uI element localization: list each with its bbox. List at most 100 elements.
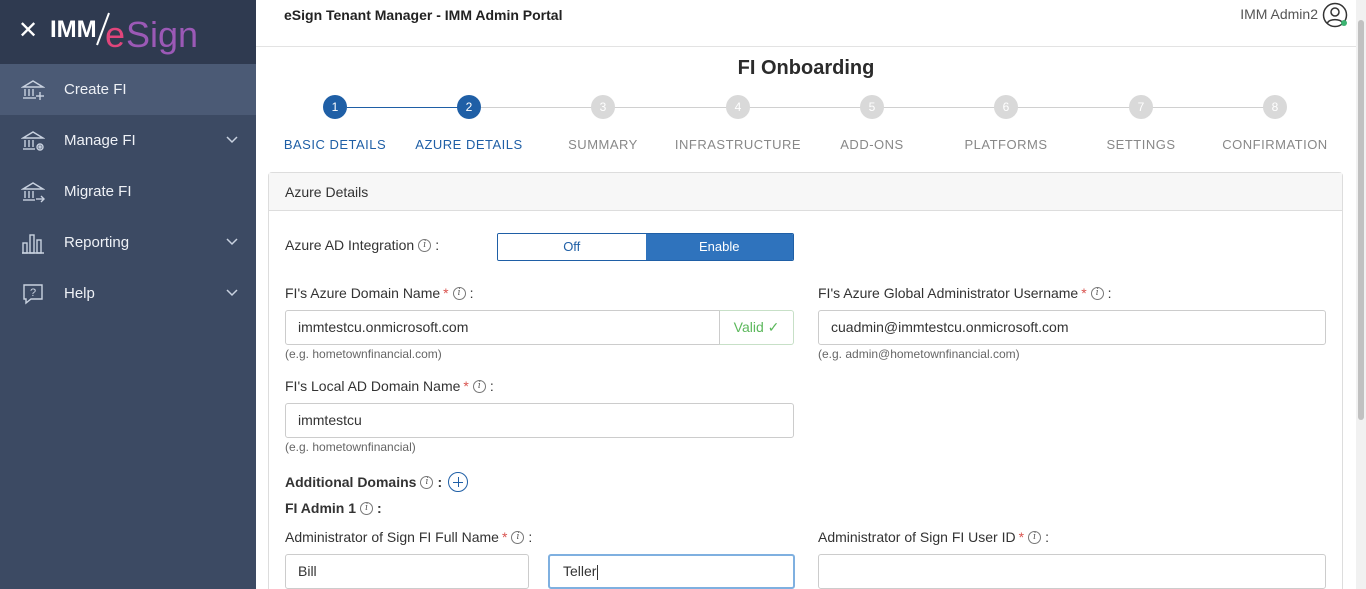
domain-name-input[interactable]: immtestcu.onmicrosoft.com: [285, 310, 720, 345]
step-number: 1: [323, 95, 347, 119]
imm-esign-logo: IMM e Sign: [50, 12, 198, 55]
required-marker: *: [443, 285, 449, 301]
global-admin-label: FI's Azure Global Administrator Username: [818, 285, 1079, 301]
toggle-enable-option[interactable]: Enable: [645, 234, 793, 260]
step-summary[interactable]: 3 SUMMARY: [536, 94, 670, 152]
colon: :: [469, 285, 474, 301]
sidebar-item-manage-fi[interactable]: Manage FI: [0, 115, 256, 166]
checkmark-icon: ✓: [767, 319, 780, 335]
scrollbar[interactable]: [1356, 0, 1366, 589]
help-icon: ?: [20, 281, 46, 307]
required-marker: *: [1081, 285, 1087, 301]
info-icon[interactable]: i: [472, 379, 486, 393]
info-icon[interactable]: i: [1028, 530, 1042, 544]
step-label: SUMMARY: [568, 137, 638, 152]
step-label: INFRASTRUCTURE: [674, 137, 802, 152]
step-label: CONFIRMATION: [1222, 137, 1328, 152]
admin-user-id-label-row: Administrator of Sign FI User ID * i :: [818, 529, 1049, 545]
step-label: PLATFORMS: [964, 137, 1048, 152]
valid-text: Valid: [733, 319, 764, 335]
fi-admin-row: FI Admin 1 i :: [285, 500, 382, 516]
chevron-down-icon: [226, 238, 238, 246]
admin-first-name-input[interactable]: Bill: [285, 554, 529, 589]
sidebar: ✕ IMM e Sign Create FI Manage FI Migrate…: [0, 0, 256, 589]
sidebar-item-label: Manage FI: [64, 132, 136, 149]
local-ad-input[interactable]: immtestcu: [285, 403, 794, 438]
azure-ad-toggle[interactable]: Off Enable: [497, 233, 794, 261]
top-bar: eSign Tenant Manager - IMM Admin Portal …: [256, 0, 1356, 47]
stepper: 1 BASIC DETAILS 2 AZURE DETAILS 3 SUMMARY 4…: [268, 94, 1342, 152]
admin-last-name-input[interactable]: Teller: [548, 554, 795, 589]
bar-chart-icon: [20, 230, 46, 256]
step-label: AZURE DETAILS: [415, 137, 523, 152]
step-platforms[interactable]: 6 PLATFORMS: [939, 94, 1073, 152]
additional-domains-row: Additional Domains i :: [285, 472, 469, 492]
colon: :: [437, 474, 443, 490]
step-azure-details[interactable]: 2 AZURE DETAILS: [402, 94, 536, 152]
sidebar-item-reporting[interactable]: Reporting: [0, 217, 256, 268]
local-ad-label: FI's Local AD Domain Name: [285, 378, 461, 394]
colon: :: [377, 500, 382, 516]
app-title: eSign Tenant Manager - IMM Admin Portal: [284, 7, 563, 23]
sidebar-item-label: Reporting: [64, 234, 130, 251]
bank-arrow-icon: [20, 179, 46, 205]
step-label: SETTINGS: [1106, 137, 1176, 152]
toggle-off-option[interactable]: Off: [498, 234, 646, 260]
step-confirmation[interactable]: 8 CONFIRMATION: [1208, 94, 1342, 152]
info-icon[interactable]: i: [452, 286, 466, 300]
global-admin-label-row: FI's Azure Global Administrator Username…: [818, 285, 1112, 301]
step-add-ons[interactable]: 5 ADD-ONS: [805, 94, 939, 152]
svg-text:e: e: [105, 14, 125, 55]
colon: :: [1045, 529, 1049, 545]
step-infrastructure[interactable]: 4 INFRASTRUCTURE: [671, 94, 805, 152]
chevron-down-icon: [226, 289, 238, 297]
sidebar-item-help[interactable]: ? Help: [0, 268, 256, 319]
required-marker: *: [463, 378, 469, 394]
info-icon[interactable]: i: [360, 501, 374, 515]
sidebar-item-create-fi[interactable]: Create FI: [0, 64, 256, 115]
local-ad-label-row: FI's Local AD Domain Name * i :: [285, 378, 494, 394]
admin-user-id-label: Administrator of Sign FI User ID: [818, 529, 1016, 545]
info-icon[interactable]: i: [418, 238, 432, 252]
domain-valid-indicator: Valid ✓: [719, 310, 794, 345]
user-name[interactable]: IMM Admin2: [1240, 6, 1318, 22]
bank-add-icon: [20, 77, 46, 103]
domain-name-hint: (e.g. hometownfinancial.com): [285, 347, 442, 361]
azure-ad-label-row: Azure AD Integration i :: [285, 237, 439, 253]
additional-domains-label: Additional Domains: [285, 474, 417, 490]
info-icon[interactable]: i: [420, 475, 434, 489]
colon: :: [528, 529, 533, 545]
scrollbar-thumb[interactable]: [1358, 20, 1364, 420]
add-domain-button[interactable]: [448, 472, 469, 492]
step-basic-details[interactable]: 1 BASIC DETAILS: [268, 94, 402, 152]
step-label: BASIC DETAILS: [283, 137, 387, 152]
fi-admin-label: FI Admin 1: [285, 500, 357, 516]
admin-user-id-input[interactable]: [818, 554, 1326, 589]
sidebar-item-label: Migrate FI: [64, 183, 132, 200]
domain-name-label-row: FI's Azure Domain Name * i :: [285, 285, 474, 301]
info-icon[interactable]: i: [1090, 286, 1104, 300]
colon: :: [1107, 285, 1112, 301]
bank-gear-icon: [20, 128, 46, 154]
step-label: ADD-ONS: [840, 137, 904, 152]
svg-text:Sign: Sign: [126, 14, 198, 55]
global-admin-input[interactable]: cuadmin@immtestcu.onmicrosoft.com: [818, 310, 1326, 345]
step-number: 3: [591, 95, 615, 119]
section-title: Azure Details: [269, 173, 1342, 211]
sidebar-item-label: Create FI: [64, 81, 127, 98]
required-marker: *: [1018, 529, 1025, 545]
step-settings[interactable]: 7 SETTINGS: [1074, 94, 1208, 152]
text-caret: [597, 564, 599, 580]
chevron-down-icon: [226, 136, 238, 144]
step-number: 7: [1129, 95, 1153, 119]
step-number: 8: [1263, 95, 1287, 119]
colon: :: [489, 378, 494, 394]
colon: :: [435, 237, 440, 253]
step-number: 6: [994, 95, 1018, 119]
sidebar-item-label: Help: [64, 285, 95, 302]
close-icon[interactable]: ✕: [18, 19, 38, 43]
sidebar-item-migrate-fi[interactable]: Migrate FI: [0, 166, 256, 217]
info-icon[interactable]: i: [511, 530, 525, 544]
admin-full-name-label: Administrator of Sign FI Full Name: [285, 529, 499, 545]
step-number: 4: [726, 95, 750, 119]
